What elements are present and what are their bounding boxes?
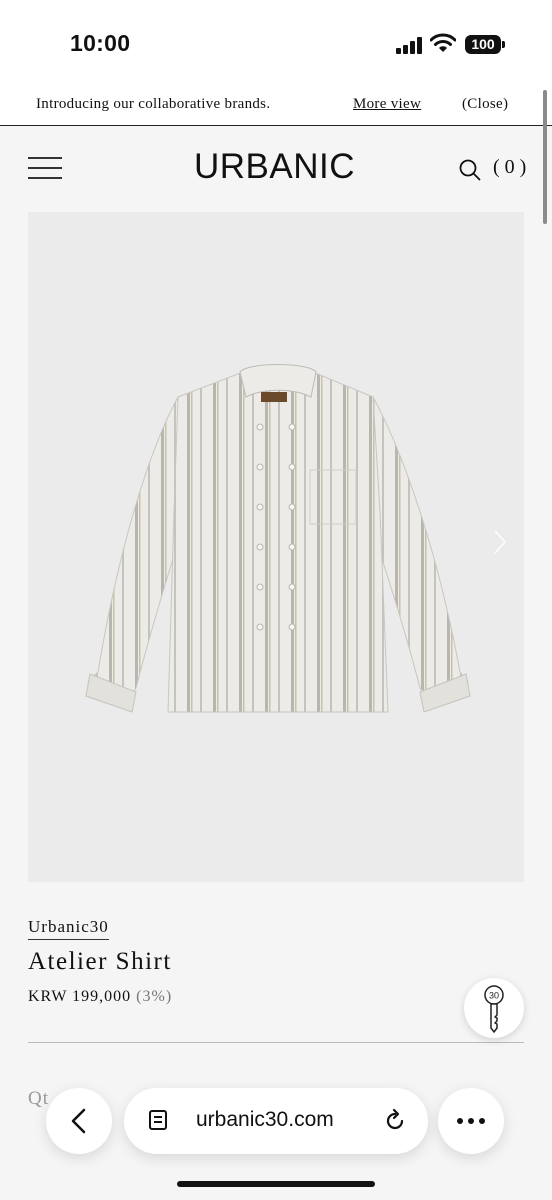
product-brand-link[interactable]: Urbanic30 — [28, 917, 109, 940]
product-name: Atelier Shirt — [28, 948, 172, 975]
chevron-right-icon[interactable] — [490, 528, 510, 556]
key-badge-text: 30 — [489, 991, 499, 1001]
close-announcement-button[interactable]: (Close) — [462, 96, 508, 113]
tabs-icon — [149, 1110, 167, 1130]
chevron-left-icon — [71, 1108, 86, 1134]
site-header: URBANIC (0) — [0, 127, 552, 211]
key-button[interactable]: 30 — [464, 978, 524, 1038]
discount-rate: (3%) — [136, 988, 173, 1005]
price-value: KRW 199,000 — [28, 988, 132, 1005]
key-icon: 30 — [484, 985, 504, 1033]
home-indicator[interactable] — [177, 1181, 375, 1187]
status-bar: 10:00 100 — [0, 0, 552, 88]
reload-icon[interactable] — [382, 1108, 408, 1134]
more-view-link[interactable]: More view — [353, 96, 421, 113]
address-bar[interactable]: urbanic30.com — [124, 1088, 428, 1154]
divider — [28, 1042, 524, 1043]
hamburger-icon[interactable] — [28, 157, 62, 179]
search-icon[interactable] — [458, 158, 482, 182]
announcement-text: Introducing our collaborative brands. — [36, 96, 271, 112]
browser-back-button[interactable] — [46, 1088, 112, 1154]
product-image — [28, 212, 524, 882]
status-time: 10:00 — [70, 30, 131, 56]
url-text: urbanic30.com — [196, 1108, 334, 1131]
announcement-bar: Introducing our collaborative brands. Mo… — [0, 88, 552, 126]
product-price: KRW 199,000 (3%) — [28, 988, 172, 1006]
cart-count[interactable]: (0) — [493, 156, 531, 179]
shirt-illustration — [85, 364, 471, 713]
wifi-icon — [430, 33, 456, 52]
site-logo[interactable]: URBANIC — [194, 147, 355, 187]
cellular-signal-icon — [396, 36, 424, 54]
ellipsis-icon — [457, 1118, 485, 1124]
battery-icon: 100 — [465, 35, 505, 54]
browser-more-button[interactable] — [438, 1088, 504, 1154]
